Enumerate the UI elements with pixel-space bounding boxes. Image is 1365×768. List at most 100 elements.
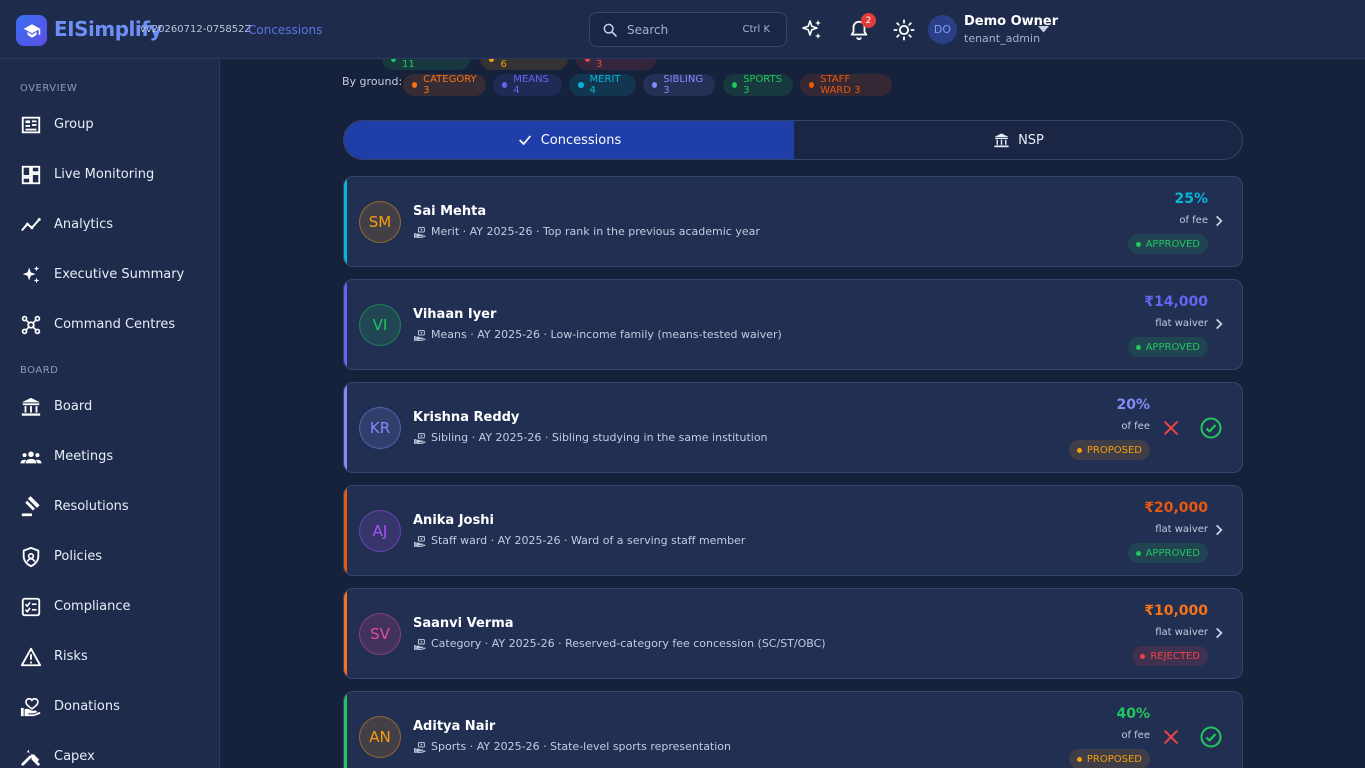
nav-item-policies[interactable]: Policies (0, 537, 219, 577)
student-name[interactable]: Aditya Nair (413, 719, 495, 734)
nav-label: Meetings (54, 449, 114, 464)
student-name[interactable]: Anika Joshi (413, 513, 494, 528)
student-name[interactable]: Sai Mehta (413, 204, 486, 219)
nav-item-analytics[interactable]: Analytics (0, 205, 219, 245)
concession-card[interactable]: AN Aditya Nair Sports · AY 2025-26 · Sta… (343, 691, 1243, 768)
chip-label: MERIT 4 (589, 74, 621, 96)
chevron-right-icon[interactable] (1212, 214, 1226, 228)
nav-item-donations[interactable]: Donations (0, 687, 219, 727)
concession-type-icon (414, 742, 426, 753)
status-label: APPROVED (1145, 238, 1200, 250)
chevron-down-icon[interactable] (1038, 26, 1049, 33)
ground-filter-chip[interactable]: STAFF WARD 3 (800, 74, 892, 96)
nav-item-risks[interactable]: Risks (0, 637, 219, 677)
status-dot (1140, 653, 1146, 659)
nav-item-meetings[interactable]: Meetings (0, 437, 219, 477)
student-avatar: SV (359, 613, 401, 655)
concession-description: Sports · AY 2025-26 · State-level sports… (431, 740, 732, 753)
chip-label: MEANS 4 (513, 74, 549, 96)
nav-label: Executive Summary (54, 267, 185, 282)
chevron-right-icon[interactable] (1212, 523, 1226, 537)
view-tabs: Concessions NSP (343, 120, 1243, 160)
student-avatar: VI (359, 304, 401, 346)
user-avatar[interactable]: DO (928, 15, 957, 44)
notification-badge: 2 (861, 13, 876, 28)
status-filter-chip[interactable]: APPROVED 11 (382, 59, 470, 70)
nav-item-executive-summary[interactable]: Executive Summary (0, 255, 219, 295)
concession-type-icon (414, 433, 426, 444)
nav-item-board[interactable]: Board (0, 387, 219, 427)
ground-filter-chip[interactable]: MERIT 4 (569, 74, 636, 96)
tab-label: Concessions (540, 132, 622, 148)
approve-icon[interactable] (1199, 416, 1223, 440)
chevron-right-icon[interactable] (1212, 626, 1226, 640)
status-filter-chip[interactable]: PROPOSED 6 (480, 59, 568, 70)
version-label: vv20260712-075852Z (140, 24, 252, 35)
concession-amount: ₹14,000 (1144, 294, 1208, 310)
tab-label: NSP (1018, 132, 1044, 148)
concession-card[interactable]: VI Vihaan Iyer Means · AY 2025-26 · Low-… (343, 279, 1243, 370)
concession-card[interactable]: KR Krishna Reddy Sibling · AY 2025-26 · … (343, 382, 1243, 473)
ground-filter-chip[interactable]: SPORTS 3 (723, 74, 793, 96)
nav-item-capex[interactable]: Capex (0, 737, 219, 768)
student-name[interactable]: Saanvi Verma (413, 616, 514, 631)
chip-label: PROPOSED 6 (500, 59, 507, 70)
sidebar: OVERVIEW Group Live Monitoring Analytics… (0, 59, 220, 768)
concession-description: Sibling · AY 2025-26 · Sibling studying … (431, 431, 768, 444)
analytics-icon (21, 218, 41, 232)
ai-sparkle-icon[interactable] (799, 17, 825, 43)
ground-stripe (344, 177, 347, 266)
concession-card[interactable]: SM Sai Mehta Merit · AY 2025-26 · Top ra… (343, 176, 1243, 267)
status-label: APPROVED (1145, 341, 1200, 353)
ground-filter-chip[interactable]: MEANS 4 (493, 74, 562, 96)
student-name[interactable]: Vihaan Iyer (413, 307, 496, 322)
student-name[interactable]: Krishna Reddy (413, 410, 519, 425)
check-icon (518, 135, 531, 146)
ground-filter-chip[interactable]: CATEGORY 3 (403, 74, 486, 96)
status-dot (391, 59, 397, 62)
student-avatar: KR (359, 407, 401, 449)
ground-dot (578, 82, 584, 88)
status-badge: APPROVED (1127, 543, 1208, 563)
ground-filter-chip[interactable]: SIBLING 3 (643, 74, 715, 96)
concession-amount: 25% (1174, 191, 1208, 207)
nav-item-compliance[interactable]: Compliance (0, 587, 219, 627)
status-dot (1135, 550, 1141, 556)
logo-icon[interactable] (16, 15, 47, 46)
approve-icon[interactable] (1199, 725, 1223, 749)
tab-nsp[interactable]: NSP (794, 121, 1242, 159)
student-avatar: AJ (359, 510, 401, 552)
group-icon (21, 116, 41, 134)
status-filter-chip[interactable]: REJECTED 3 (576, 59, 656, 70)
nav-item-live-monitoring[interactable]: Live Monitoring (0, 155, 219, 195)
chip-label: APPROVED 11 (402, 59, 415, 70)
concession-card[interactable]: SV Saanvi Verma Category · AY 2025-26 · … (343, 588, 1243, 679)
breadcrumb[interactable]: Concessions (248, 23, 322, 37)
tools-icon (21, 749, 40, 766)
reject-icon[interactable] (1161, 418, 1181, 438)
amount-unit: of fee (1179, 215, 1208, 226)
shield-icon (22, 546, 40, 568)
ground-dot (412, 82, 418, 88)
concession-amount: ₹20,000 (1144, 500, 1208, 516)
concession-type-icon (414, 639, 426, 650)
search-box[interactable]: Search Ctrl K (589, 12, 787, 47)
dashboard-icon (21, 165, 41, 185)
theme-toggle-icon[interactable] (891, 17, 917, 43)
nav-label: Group (54, 117, 94, 132)
status-badge: REJECTED (1132, 646, 1208, 666)
nav-item-command-centres[interactable]: Command Centres (0, 305, 219, 345)
nav-item-resolutions[interactable]: Resolutions (0, 487, 219, 527)
concession-description: Merit · AY 2025-26 · Top rank in the pre… (431, 225, 760, 238)
reject-icon[interactable] (1161, 727, 1181, 747)
chip-label: CATEGORY 3 (423, 74, 477, 96)
tab-concessions[interactable]: Concessions (344, 121, 794, 159)
institution-icon (21, 397, 41, 416)
chevron-right-icon[interactable] (1212, 317, 1226, 331)
search-icon (603, 23, 617, 37)
concession-card[interactable]: AJ Anika Joshi Staff ward · AY 2025-26 ·… (343, 485, 1243, 576)
nav-label: Command Centres (54, 317, 176, 332)
nav-item-group[interactable]: Group (0, 105, 219, 145)
institution-icon (994, 132, 1009, 147)
section-label-board: BOARD (20, 365, 59, 376)
